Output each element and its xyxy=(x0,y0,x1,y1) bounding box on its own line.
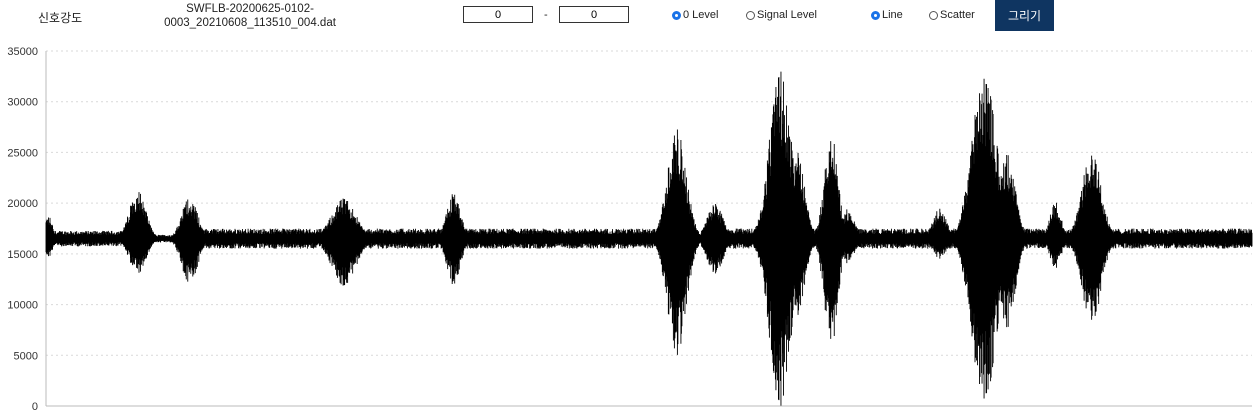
line-radio-icon xyxy=(871,10,880,20)
file-name-line-1: SWFLB-20200625-0102- xyxy=(186,3,314,15)
file-name: SWFLB-20200625-0102- 0003_20210608_11351… xyxy=(150,2,350,30)
range-separator: - xyxy=(544,9,548,21)
file-name-line-2: 0003_20210608_113510_004.dat xyxy=(164,17,336,29)
signal-level-radio[interactable]: Signal Level xyxy=(746,9,817,21)
y-tick-label: 0 xyxy=(32,401,38,413)
y-tick-label: 10000 xyxy=(7,300,38,312)
zero-level-radio-icon xyxy=(672,10,681,20)
range-start-input[interactable] xyxy=(463,6,533,23)
zero-level-label: 0 Level xyxy=(683,9,719,21)
line-radio[interactable]: Line xyxy=(871,9,903,21)
draw-button[interactable]: 그리기 xyxy=(995,0,1054,31)
signal-level-label: Signal Level xyxy=(757,9,817,21)
toolbar: 신호강도 SWFLB-20200625-0102- 0003_20210608_… xyxy=(0,0,1258,40)
y-tick-label: 15000 xyxy=(7,249,38,261)
signal-level-radio-icon xyxy=(746,10,755,20)
y-tick-label: 20000 xyxy=(7,198,38,210)
range-end-input[interactable] xyxy=(559,6,629,23)
scatter-radio-icon xyxy=(929,10,938,20)
y-tick-label: 5000 xyxy=(14,350,38,362)
scatter-radio[interactable]: Scatter xyxy=(929,9,975,21)
y-tick-label: 25000 xyxy=(7,147,38,159)
y-tick-label: 35000 xyxy=(7,46,38,58)
scatter-label: Scatter xyxy=(940,9,975,21)
line-label: Line xyxy=(882,9,903,21)
signal-chart: 0 5000 10000 15000 20000 25000 30000 35000 xyxy=(7,46,1253,413)
zero-level-radio[interactable]: 0 Level xyxy=(672,9,718,21)
y-tick-label: 30000 xyxy=(7,97,38,109)
page-title: 신호강도 xyxy=(38,11,83,25)
